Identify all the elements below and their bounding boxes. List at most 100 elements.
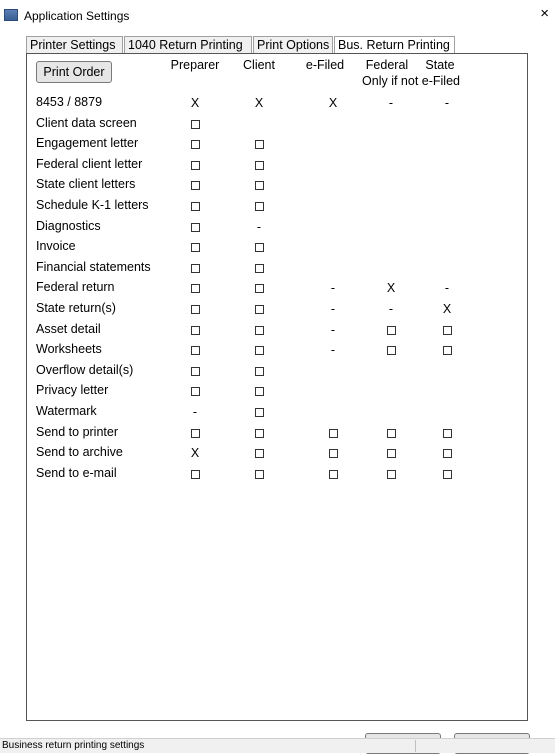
row-label: State client letters [36,177,136,191]
row-label: State return(s) [36,301,116,315]
grid-cell [381,446,401,460]
row-label: Privacy letter [36,383,109,397]
checkbox-preparer[interactable] [190,387,200,397]
grid-cell [249,446,269,460]
checkbox-client[interactable] [254,161,264,171]
checkbox-client[interactable] [254,181,264,191]
checkbox-preparer[interactable] [190,284,200,294]
tab-printer-settings[interactable]: Printer Settings [26,36,123,53]
checkbox-preparer[interactable] [190,223,200,233]
grid-cell-preparer-value: - [192,405,198,419]
grid-cell-state-value: - [444,281,450,295]
grid-cell [185,261,205,275]
grid-cell-efiled-value: - [330,281,336,295]
checkbox-state[interactable] [442,470,452,480]
app-window-icon [4,9,18,21]
checkbox-efiled[interactable] [328,429,338,439]
checkbox-client[interactable] [254,140,264,150]
checkbox-federal[interactable] [386,346,396,356]
checkbox-preparer[interactable] [190,326,200,336]
checkbox-federal[interactable] [386,449,396,459]
checkbox-preparer[interactable] [190,367,200,377]
checkbox-state[interactable] [442,449,452,459]
checkbox-state[interactable] [442,346,452,356]
grid-cell-preparer-value: X [190,96,200,110]
grid-cell [249,261,269,275]
checkbox-client[interactable] [254,408,264,418]
grid-cell [249,178,269,192]
checkbox-client[interactable] [254,367,264,377]
checkbox-preparer[interactable] [190,140,200,150]
grid-cell-federal-value: - [388,96,394,110]
checkbox-federal[interactable] [386,470,396,480]
grid-cell [249,343,269,357]
grid-cell-client-value: X [254,96,264,110]
column-note-only-if-not-efiled: Only if not e-Filed [362,74,460,88]
grid-cell-efiled-value: X [328,96,338,110]
grid-cell [323,446,343,460]
row-label: Client data screen [36,116,137,130]
checkbox-client[interactable] [254,346,264,356]
row-label: Overflow detail(s) [36,363,134,377]
grid-cell-state-value: X [442,302,452,316]
row-label: Federal client letter [36,157,143,171]
checkbox-efiled[interactable] [328,449,338,459]
grid-cell [249,384,269,398]
checkbox-preparer[interactable] [190,120,200,130]
tab-print-options[interactable]: Print Options [253,36,333,53]
grid-cell [249,302,269,316]
checkbox-client[interactable] [254,264,264,274]
grid-cell [437,467,457,481]
checkbox-preparer[interactable] [190,181,200,191]
checkbox-federal[interactable] [386,326,396,336]
grid-cell [323,467,343,481]
checkbox-client[interactable] [254,429,264,439]
grid-cell [249,426,269,440]
grid-cell [185,158,205,172]
row-label: Asset detail [36,322,101,336]
grid-cell [437,426,457,440]
checkbox-preparer[interactable] [190,346,200,356]
checkbox-preparer[interactable] [190,243,200,253]
grid-cell-state-value: - [444,96,450,110]
checkbox-client[interactable] [254,449,264,459]
title-bar: Application Settings × [0,0,555,30]
grid-cell [381,343,401,357]
grid-cell [185,137,205,151]
checkbox-client[interactable] [254,387,264,397]
grid-cell [185,384,205,398]
window-title: Application Settings [24,9,130,23]
checkbox-preparer[interactable] [190,264,200,274]
checkbox-federal[interactable] [386,429,396,439]
print-order-button[interactable]: Print Order [36,61,112,83]
checkbox-state[interactable] [442,429,452,439]
checkbox-preparer[interactable] [190,429,200,439]
checkbox-state[interactable] [442,326,452,336]
checkbox-client[interactable] [254,284,264,294]
checkbox-efiled[interactable] [328,470,338,480]
grid-cell [437,343,457,357]
grid-cell [249,281,269,295]
grid-cell [185,364,205,378]
tab-1040-return-printing[interactable]: 1040 Return Printing [124,36,252,53]
checkbox-preparer[interactable] [190,161,200,171]
grid-cell-efiled-value: - [330,302,336,316]
checkbox-client[interactable] [254,305,264,315]
grid-cell [185,343,205,357]
grid-cell-efiled-value: - [330,343,336,357]
status-bar: Business return printing settings [0,738,555,753]
row-label: Federal return [36,280,115,294]
checkbox-preparer[interactable] [190,470,200,480]
grid-cell [185,240,205,254]
grid-cell [249,405,269,419]
checkbox-preparer[interactable] [190,202,200,212]
row-label: 8453 / 8879 [36,95,103,109]
checkbox-client[interactable] [254,202,264,212]
checkbox-client[interactable] [254,470,264,480]
checkbox-client[interactable] [254,243,264,253]
grid-cell [185,281,205,295]
grid-cell [185,467,205,481]
close-icon[interactable]: × [540,6,549,21]
checkbox-preparer[interactable] [190,305,200,315]
checkbox-client[interactable] [254,326,264,336]
